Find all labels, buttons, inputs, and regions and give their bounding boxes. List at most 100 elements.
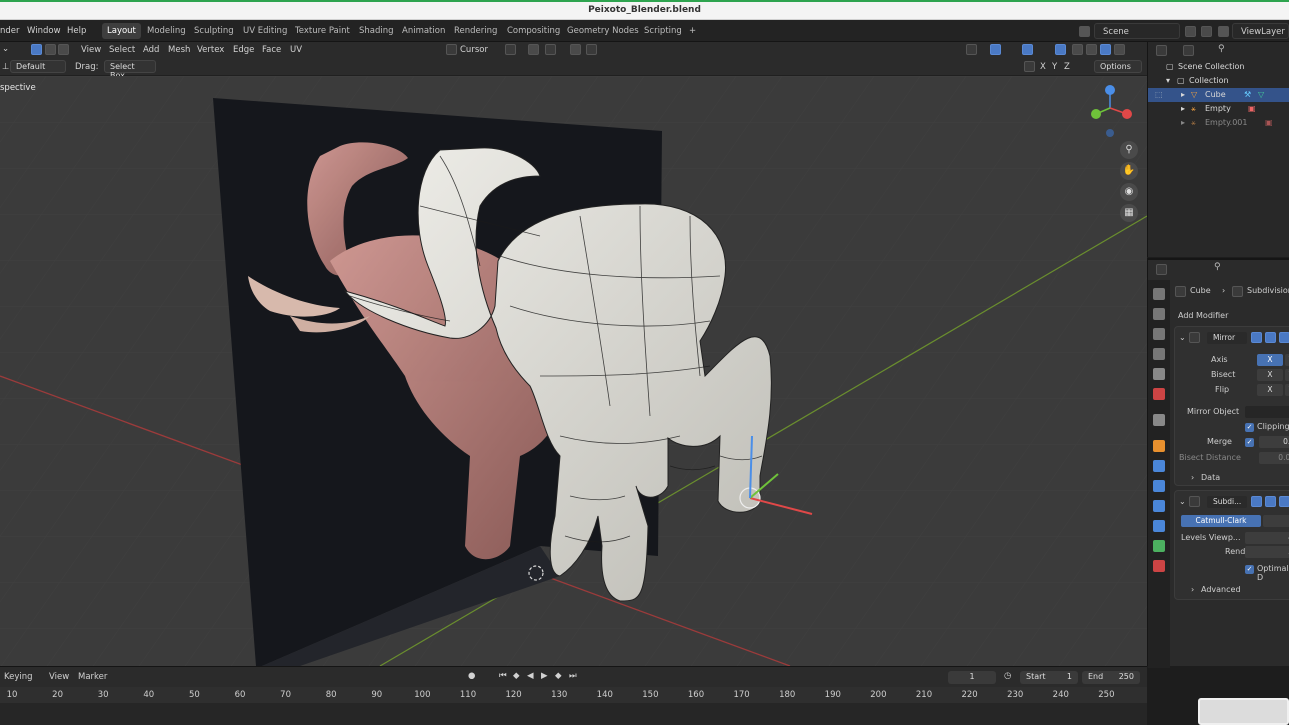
mirror-z-toggle[interactable]: Z bbox=[1064, 62, 1070, 72]
catmull-clark-toggle[interactable]: Catmull-Clark bbox=[1181, 515, 1261, 527]
properties-search-icon[interactable]: ⚲ bbox=[1214, 262, 1221, 272]
xray-toggle-icon[interactable] bbox=[1055, 44, 1066, 55]
expand-chevron-icon[interactable]: ▸ bbox=[1181, 90, 1185, 99]
scene-selector[interactable]: Scene bbox=[1094, 23, 1180, 39]
outliner-row-empty[interactable]: ▸ ⚹ Empty ▣ bbox=[1148, 102, 1289, 116]
shading-solid-icon[interactable] bbox=[1086, 44, 1097, 55]
perspective-grid-icon[interactable]: ▦ bbox=[1120, 204, 1138, 222]
clock-icon[interactable]: ◷ bbox=[1004, 671, 1011, 681]
bisect-x-toggle[interactable]: X bbox=[1257, 369, 1283, 381]
merge-checkbox[interactable]: ✓ bbox=[1245, 438, 1254, 447]
start-frame-field[interactable]: Start 1 bbox=[1020, 671, 1078, 684]
bisect-y-toggle[interactable]: Y bbox=[1285, 369, 1289, 381]
zoom-icon[interactable]: ⚲ bbox=[1120, 141, 1138, 159]
end-frame-field[interactable]: End 250 bbox=[1082, 671, 1140, 684]
axis-x-toggle[interactable]: X bbox=[1257, 354, 1283, 366]
snap-target-icon[interactable] bbox=[545, 44, 556, 55]
advanced-subpanel-label[interactable]: Advanced bbox=[1201, 585, 1241, 594]
subdivision-name-field[interactable]: Subdi... bbox=[1207, 496, 1247, 508]
levels-viewport-field[interactable]: 4 bbox=[1245, 532, 1289, 544]
expand-chevron-icon[interactable]: ▾ bbox=[1166, 76, 1170, 85]
constraints-tab-icon[interactable] bbox=[1153, 520, 1165, 532]
tab-sculpting[interactable]: Sculpting bbox=[189, 23, 239, 39]
jump-end-icon[interactable]: ⏭ bbox=[569, 671, 577, 681]
current-frame-field[interactable]: 1 bbox=[948, 671, 996, 684]
output-tab-icon[interactable] bbox=[1153, 328, 1165, 340]
jump-start-icon[interactable]: ⏮ bbox=[499, 671, 507, 681]
data-subpanel-label[interactable]: Data bbox=[1201, 473, 1220, 482]
bisect-distance-field[interactable]: 0.00 bbox=[1259, 452, 1289, 464]
render-toggle-icon[interactable] bbox=[1279, 496, 1289, 507]
vertex-select-icon[interactable] bbox=[31, 44, 42, 55]
collapse-chevron-icon[interactable]: ⌄ bbox=[1179, 333, 1186, 342]
collapse-chevron-icon[interactable]: ⌄ bbox=[1179, 497, 1186, 506]
render-tab-icon[interactable] bbox=[1153, 308, 1165, 320]
menu-help[interactable]: Help bbox=[67, 26, 86, 36]
expand-chevron-icon[interactable]: ▸ bbox=[1181, 118, 1185, 127]
tab-rendering[interactable]: Rendering bbox=[449, 23, 502, 39]
gizmo-toggle-icon[interactable] bbox=[990, 44, 1001, 55]
menu-view[interactable]: View bbox=[81, 45, 101, 55]
advanced-subpanel-chevron-icon[interactable]: › bbox=[1191, 585, 1194, 594]
render-levels-field[interactable]: 3 bbox=[1245, 546, 1289, 558]
optimal-display-checkbox[interactable]: ✓ bbox=[1245, 565, 1254, 574]
properties-editor-icon[interactable] bbox=[1156, 264, 1167, 275]
add-workspace-button[interactable]: + bbox=[684, 23, 701, 39]
tab-shading[interactable]: Shading bbox=[354, 23, 399, 39]
drag-dropdown[interactable]: Select Box bbox=[104, 60, 156, 80]
object-tab-icon[interactable] bbox=[1153, 440, 1165, 452]
transform-pivot-icon[interactable] bbox=[446, 44, 457, 55]
tab-animation[interactable]: Animation bbox=[397, 23, 450, 39]
outliner-editor-icon[interactable] bbox=[1156, 45, 1167, 56]
flip-y-toggle[interactable]: Y bbox=[1285, 384, 1289, 396]
outliner-row-cube[interactable]: ⬚ ▸ ▽ Cube ⚒ ▽ bbox=[1148, 88, 1289, 102]
options-dropdown[interactable]: Options bbox=[1094, 60, 1142, 73]
overlay-toggle-icon[interactable] bbox=[1022, 44, 1033, 55]
outliner-search-icon[interactable]: ⚲ bbox=[1218, 44, 1225, 54]
pivot-dropdown[interactable]: Cursor bbox=[460, 45, 488, 55]
menu-keying[interactable]: Keying bbox=[4, 672, 33, 682]
timeline-track-area[interactable] bbox=[0, 703, 1147, 725]
image-data-icon[interactable]: ▣ bbox=[1265, 118, 1273, 127]
tool-tab-icon[interactable] bbox=[1153, 288, 1165, 300]
timeline-ruler[interactable]: 10 20 30 40 50 60 70 80 90 100 110 120 130 140 150 160 1… bbox=[0, 687, 1147, 703]
image-data-icon[interactable]: ▣ bbox=[1248, 104, 1256, 113]
edit-mode-icon[interactable]: ⬚ bbox=[1155, 90, 1163, 99]
tab-modeling[interactable]: Modeling bbox=[142, 23, 191, 39]
menu-select[interactable]: Select bbox=[109, 45, 135, 55]
menu-uv[interactable]: UV bbox=[290, 45, 302, 55]
3d-viewport[interactable]: spective ⚲ ✋ ◉ ▦ bbox=[0, 76, 1147, 666]
menu-mesh[interactable]: Mesh bbox=[168, 45, 190, 55]
menu-add[interactable]: Add bbox=[143, 45, 159, 55]
menu-vertex[interactable]: Vertex bbox=[197, 45, 224, 55]
play-icon[interactable]: ▶ bbox=[541, 671, 548, 681]
outliner-row-scene-collection[interactable]: ▢ Scene Collection bbox=[1148, 60, 1289, 74]
visibility-icon[interactable] bbox=[966, 44, 977, 55]
axis-y-toggle[interactable]: Y bbox=[1285, 354, 1289, 366]
expand-chevron-icon[interactable]: ▸ bbox=[1181, 104, 1185, 113]
mirror-object-field[interactable] bbox=[1245, 406, 1289, 418]
prev-keyframe-icon[interactable]: ◆ bbox=[513, 671, 520, 681]
menu-marker[interactable]: Marker bbox=[78, 672, 107, 682]
scene-tab-icon[interactable] bbox=[1153, 368, 1165, 380]
world-tab-icon[interactable] bbox=[1153, 388, 1165, 400]
menu-render[interactable]: nder bbox=[0, 26, 20, 36]
viewport-toggle-icon[interactable] bbox=[1265, 496, 1276, 507]
tab-layout[interactable]: Layout bbox=[102, 23, 141, 39]
clipping-checkbox[interactable]: ✓ bbox=[1245, 423, 1254, 432]
tab-scripting[interactable]: Scripting bbox=[639, 23, 687, 39]
delete-scene-icon[interactable] bbox=[1201, 26, 1212, 37]
mesh-data-icon[interactable]: ▽ bbox=[1258, 90, 1264, 99]
flip-x-toggle[interactable]: X bbox=[1257, 384, 1283, 396]
edge-select-icon[interactable] bbox=[45, 44, 56, 55]
add-modifier-button[interactable]: Add Modifier bbox=[1178, 311, 1228, 320]
falloff-icon[interactable] bbox=[586, 44, 597, 55]
orientation-dropdown[interactable]: Default bbox=[10, 60, 66, 73]
render-toggle-icon[interactable] bbox=[1279, 332, 1289, 343]
menu-face[interactable]: Face bbox=[262, 45, 281, 55]
edit-mode-toggle-icon[interactable] bbox=[1251, 496, 1262, 507]
tab-texture-paint[interactable]: Texture Paint bbox=[290, 23, 355, 39]
play-reverse-icon[interactable]: ◀ bbox=[527, 671, 534, 681]
mirror-y-toggle[interactable]: Y bbox=[1052, 62, 1057, 72]
particles-tab-icon[interactable] bbox=[1153, 480, 1165, 492]
